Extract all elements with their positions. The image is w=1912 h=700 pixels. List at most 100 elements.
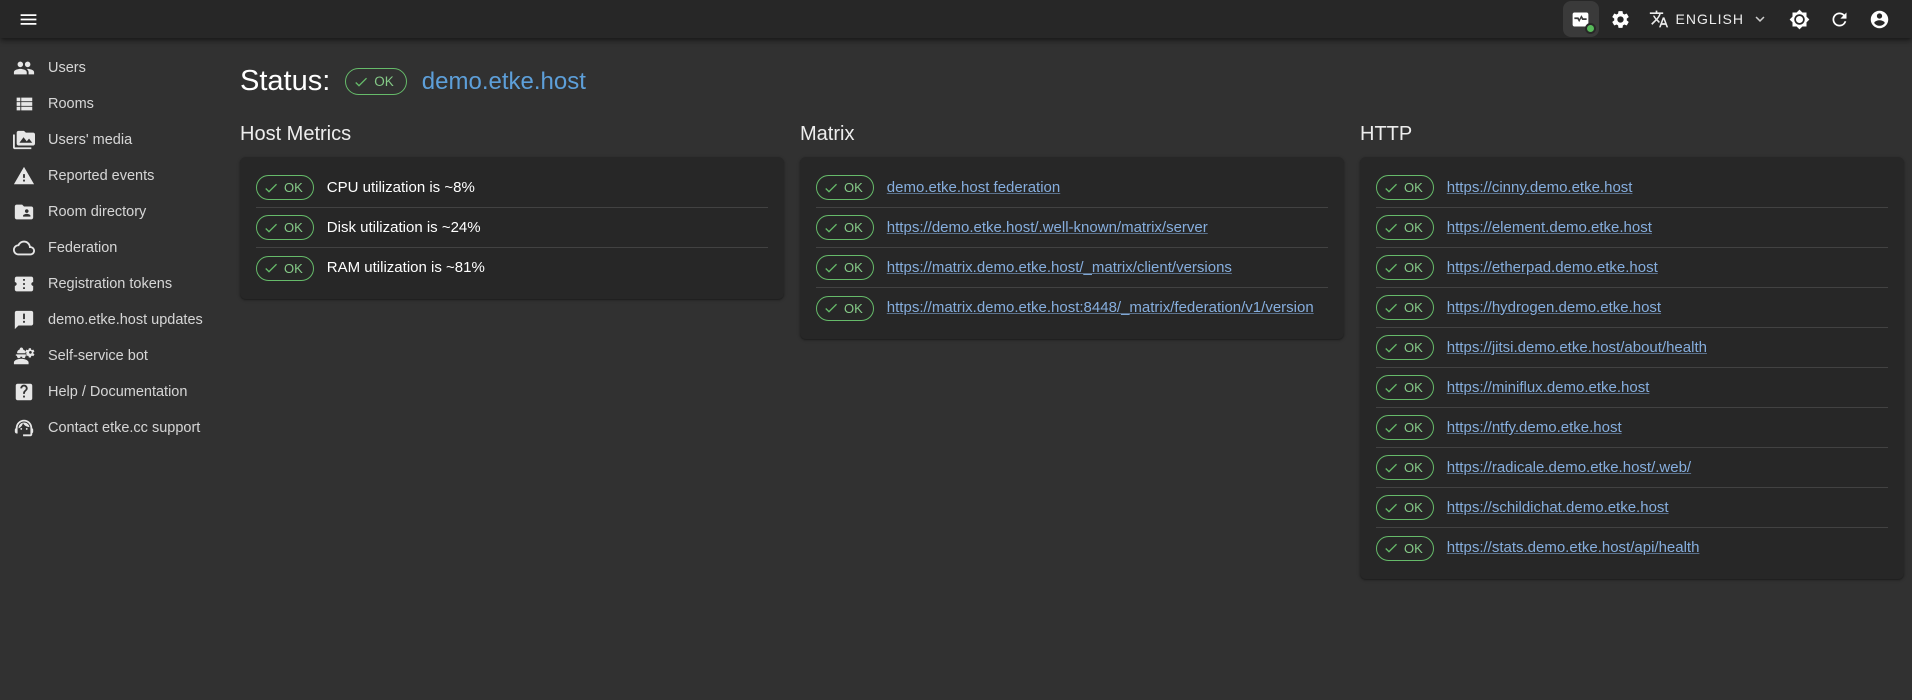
status-link[interactable]: https://element.demo.etke.host xyxy=(1447,217,1652,239)
status-list-row: OK https://hydrogen.demo.etke.host xyxy=(1376,288,1888,328)
sidebar-item-label: Contact etke.cc support xyxy=(48,420,200,436)
ok-badge-label: OK xyxy=(1404,340,1423,355)
sidebar-item-self-service-bot[interactable]: Self-service bot xyxy=(0,338,200,374)
status-link[interactable]: https://demo.etke.host/.well-known/matri… xyxy=(887,217,1208,239)
check-icon xyxy=(263,180,279,196)
status-link[interactable]: https://schildichat.demo.etke.host xyxy=(1447,497,1669,519)
host-link[interactable]: demo.etke.host xyxy=(422,68,586,96)
section-title: Matrix xyxy=(800,123,1344,146)
status-list-row: OK demo.etke.host federation xyxy=(816,168,1328,208)
sidebar-item-label: Self-service bot xyxy=(48,348,148,364)
sidebar-item-registration-tokens[interactable]: Registration tokens xyxy=(0,266,200,302)
bot-icon xyxy=(13,345,35,367)
ok-badge: OK xyxy=(256,256,314,281)
theme-toggle-button[interactable] xyxy=(1781,1,1817,37)
status-link[interactable]: https://miniflux.demo.etke.host xyxy=(1447,377,1650,399)
status-list-row: OK https://ntfy.demo.etke.host xyxy=(1376,408,1888,448)
users-icon xyxy=(13,57,35,79)
status-list-row: OK https://demo.etke.host/.well-known/ma… xyxy=(816,208,1328,248)
status-link[interactable]: demo.etke.host federation xyxy=(887,177,1060,199)
page-title: Status: xyxy=(240,65,330,98)
status-link[interactable]: https://matrix.demo.etke.host/_matrix/cl… xyxy=(887,257,1232,279)
sidebar-item-help-documentation[interactable]: Help / Documentation xyxy=(0,374,200,410)
ok-badge: OK xyxy=(816,255,874,280)
status-link[interactable]: https://ntfy.demo.etke.host xyxy=(1447,417,1622,439)
federation-icon xyxy=(13,237,35,259)
status-text: CPU utilization is ~8% xyxy=(327,177,475,199)
refresh-button[interactable] xyxy=(1821,1,1857,37)
status-link[interactable]: https://cinny.demo.etke.host xyxy=(1447,177,1633,199)
ok-badge-label: OK xyxy=(1404,420,1423,435)
sidebar-item-federation[interactable]: Federation xyxy=(0,230,200,266)
chevron-down-icon xyxy=(1751,10,1769,28)
sidebar-item-reported-events[interactable]: Reported events xyxy=(0,158,200,194)
ok-badge-label: OK xyxy=(1404,500,1423,515)
status-list-row: OK CPU utilization is ~8% xyxy=(256,168,768,208)
check-icon xyxy=(823,180,839,196)
language-label: ENGLISH xyxy=(1676,11,1744,27)
menu-button[interactable] xyxy=(10,1,46,37)
account-icon xyxy=(1869,9,1890,30)
status-link[interactable]: https://matrix.demo.etke.host:8448/_matr… xyxy=(887,297,1314,319)
ok-badge: OK xyxy=(256,215,314,240)
sidebar-item-users[interactable]: Users xyxy=(0,50,200,86)
sidebar-item-label: Users' media xyxy=(48,132,132,148)
menu-icon xyxy=(18,9,39,30)
check-icon xyxy=(1383,380,1399,396)
main-content: Status: OK demo.etke.host Host Metrics O… xyxy=(200,38,1912,700)
server-status-button[interactable] xyxy=(1563,1,1599,37)
status-list-row: OK https://matrix.demo.etke.host/_matrix… xyxy=(816,248,1328,288)
status-badge-label: OK xyxy=(374,74,394,89)
ok-badge-label: OK xyxy=(1404,380,1423,395)
check-icon xyxy=(1383,420,1399,436)
sidebar-item-label: Help / Documentation xyxy=(48,384,187,400)
ok-badge: OK xyxy=(816,215,874,240)
status-list-row: OK Disk utilization is ~24% xyxy=(256,208,768,248)
app-bar: ENGLISH xyxy=(0,0,1912,38)
sidebar-item-users-media[interactable]: Users' media xyxy=(0,122,200,158)
status-link[interactable]: https://stats.demo.etke.host/api/health xyxy=(1447,537,1700,559)
support-icon xyxy=(13,417,35,439)
translate-icon xyxy=(1649,9,1669,29)
status-list-row: OK https://schildichat.demo.etke.host xyxy=(1376,488,1888,528)
status-badge: OK xyxy=(345,68,407,95)
sidebar-item-rooms[interactable]: Rooms xyxy=(0,86,200,122)
status-list-row: OK https://radicale.demo.etke.host/.web/ xyxy=(1376,448,1888,488)
updates-icon xyxy=(13,309,35,331)
tokens-icon xyxy=(13,273,35,295)
gear-icon xyxy=(1610,9,1631,30)
ok-badge-label: OK xyxy=(284,261,303,276)
language-select[interactable]: ENGLISH xyxy=(1649,9,1769,29)
status-link[interactable]: https://radicale.demo.etke.host/.web/ xyxy=(1447,457,1691,479)
sidebar-item-label: Users xyxy=(48,60,86,76)
sidebar: Users Rooms Users' media Reported eventsRoo… xyxy=(0,38,200,700)
ok-badge: OK xyxy=(1376,455,1434,480)
account-button[interactable] xyxy=(1861,1,1897,37)
brightness-icon xyxy=(1789,9,1810,30)
status-link[interactable]: https://jitsi.demo.etke.host/about/healt… xyxy=(1447,337,1707,359)
sidebar-item-contact-etke-cc-support[interactable]: Contact etke.cc support xyxy=(0,410,200,446)
ok-badge-label: OK xyxy=(1404,460,1423,475)
ok-badge-label: OK xyxy=(284,220,303,235)
section-card: OK CPU utilization is ~8% OK Disk utiliz… xyxy=(240,157,784,299)
ok-badge: OK xyxy=(1376,375,1434,400)
status-list-row: OK https://etherpad.demo.etke.host xyxy=(1376,248,1888,288)
check-icon xyxy=(1383,180,1399,196)
sidebar-item-label: Federation xyxy=(48,240,117,256)
status-link[interactable]: https://hydrogen.demo.etke.host xyxy=(1447,297,1661,319)
section-http: HTTP OK https://cinny.demo.etke.host OK … xyxy=(1360,98,1904,579)
check-icon xyxy=(1383,300,1399,316)
room-directory-icon xyxy=(13,201,35,223)
sidebar-item-demo-etke-host-updates[interactable]: demo.etke.host updates xyxy=(0,302,200,338)
ok-badge-label: OK xyxy=(1404,300,1423,315)
sidebar-item-room-directory[interactable]: Room directory xyxy=(0,194,200,230)
section-title: HTTP xyxy=(1360,123,1904,146)
check-icon xyxy=(1383,500,1399,516)
status-text: RAM utilization is ~81% xyxy=(327,257,485,279)
settings-button[interactable] xyxy=(1603,1,1639,37)
check-icon xyxy=(823,220,839,236)
check-icon xyxy=(823,260,839,276)
ok-badge: OK xyxy=(1376,536,1434,561)
section-card: OK demo.etke.host federation OK https://… xyxy=(800,157,1344,339)
status-link[interactable]: https://etherpad.demo.etke.host xyxy=(1447,257,1658,279)
